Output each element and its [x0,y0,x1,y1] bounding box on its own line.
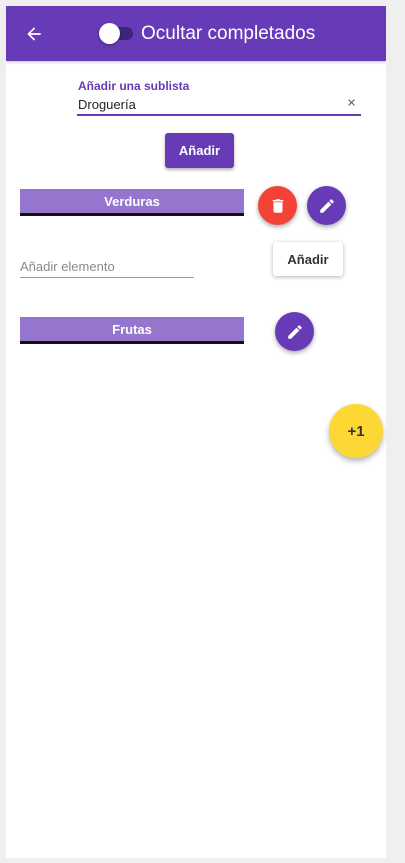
pencil-icon [319,198,334,213]
delete-icon [272,198,283,213]
back-button[interactable] [21,21,47,47]
edit-sublist-button[interactable] [275,312,314,351]
sublist-input-underline [77,114,361,116]
clear-input-button[interactable] [344,95,358,109]
app-bar: Ocultar completados [6,6,386,61]
hide-completed-toggle[interactable] [99,23,133,44]
sublist-header-frutas[interactable]: Frutas [20,317,244,344]
add-sublist-button[interactable]: Añadir [165,133,234,168]
increment-fab-button[interactable]: +1 [329,404,383,458]
toggle-thumb [99,23,120,44]
sublist-input[interactable] [77,94,347,114]
app-bar-title: Ocultar completados [141,23,316,44]
edit-sublist-button[interactable] [307,186,346,225]
add-item-input[interactable] [20,256,193,276]
add-item-underline [20,277,194,278]
close-icon [347,98,355,106]
pencil-icon [287,324,302,339]
add-item-button[interactable]: Añadir [273,242,343,276]
sublist-field-label: Añadir una sublista [78,79,190,93]
app-screen: Ocultar completados Añadir una sublista … [6,6,386,858]
sublist-header-verduras[interactable]: Verduras [20,189,244,216]
delete-sublist-button[interactable] [258,186,297,225]
arrow-left-icon [27,27,41,41]
